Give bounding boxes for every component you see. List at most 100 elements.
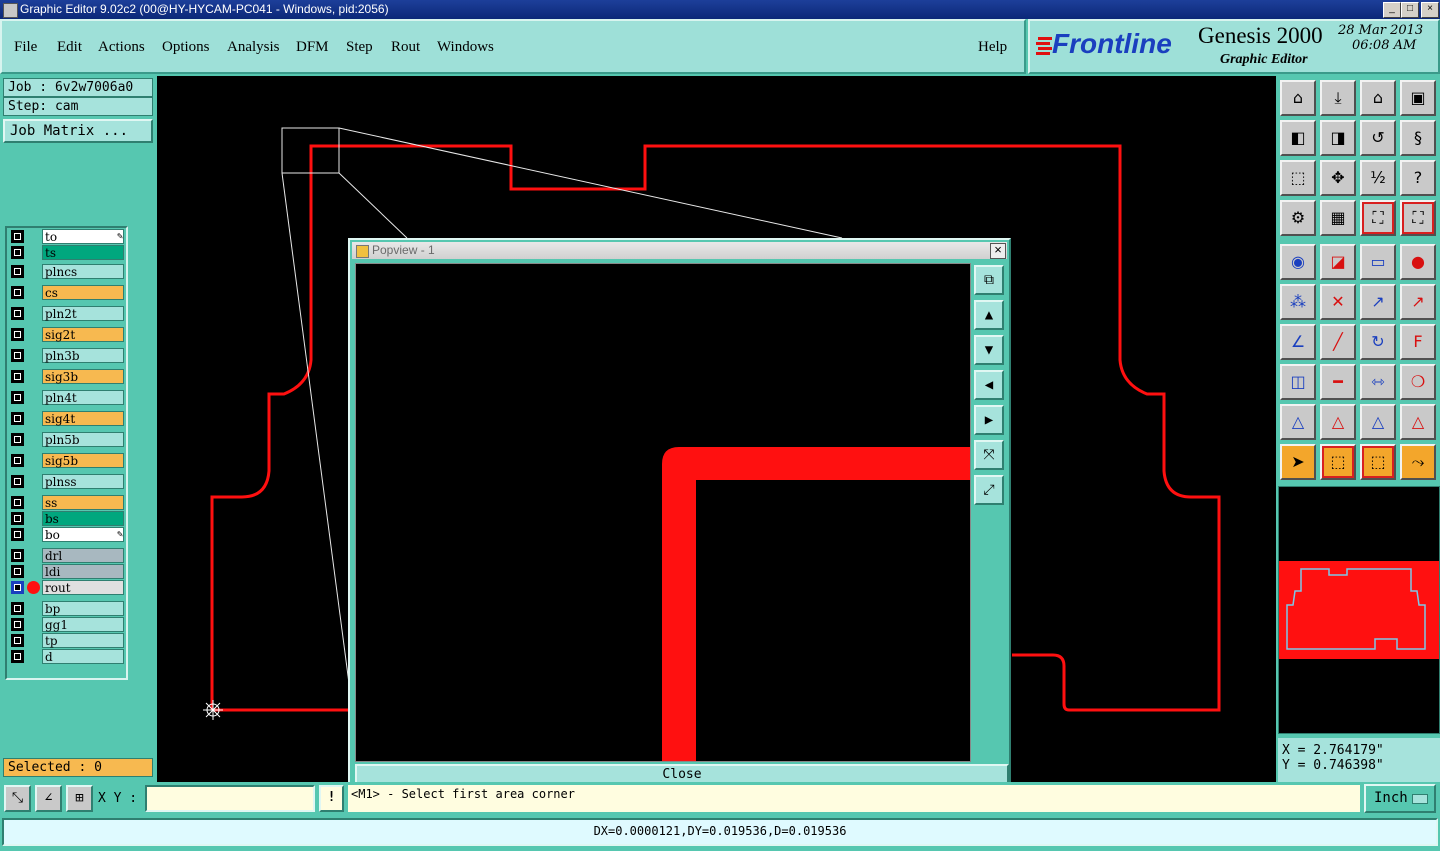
help-button[interactable]: ? <box>1400 160 1436 196</box>
add-pad-button[interactable]: ◉ <box>1280 244 1316 280</box>
pop-pan-left-icon[interactable]: ◀ <box>974 370 1004 400</box>
layer-checkbox[interactable] <box>11 433 24 446</box>
layer-row-bs[interactable]: bs <box>9 511 126 526</box>
job-matrix-button[interactable]: Job Matrix ... <box>3 119 153 143</box>
layer-checkbox[interactable] <box>11 307 24 320</box>
layer-row-cs[interactable]: cs <box>9 285 126 300</box>
layer-checkbox[interactable] <box>11 650 24 663</box>
maximize-button[interactable]: □ <box>1401 2 1419 18</box>
layer-row-bp[interactable]: bp <box>9 601 126 616</box>
layer-checkbox[interactable] <box>11 328 24 341</box>
overview-panel[interactable] <box>1278 486 1440 734</box>
settings-button[interactable]: ⚙ <box>1280 200 1316 236</box>
menu-file[interactable]: File <box>14 39 37 56</box>
menu-windows[interactable]: Windows <box>437 39 494 56</box>
layer-name[interactable]: to <box>42 229 124 244</box>
grid-button[interactable]: ▦ <box>1320 200 1356 236</box>
resize-button[interactable]: ⇿ <box>1360 364 1396 400</box>
cross-node-button[interactable]: ✕ <box>1320 284 1356 320</box>
layer-name[interactable]: bp <box>42 601 124 616</box>
layer-checkbox[interactable] <box>11 528 24 541</box>
menu-edit[interactable]: Edit <box>57 39 82 56</box>
scale-1-2-button[interactable]: ½ <box>1360 160 1396 196</box>
layer-checkbox[interactable] <box>11 512 24 525</box>
line-point-button[interactable]: ━ <box>1320 364 1356 400</box>
layer-row-rout[interactable]: rout <box>9 580 126 595</box>
layer-name[interactable]: sig3b <box>42 369 124 384</box>
units-selector[interactable]: Inch <box>1364 784 1436 813</box>
layer-row-drl[interactable]: drl <box>9 548 126 563</box>
layer-name[interactable]: pln4t <box>42 390 124 405</box>
triangle-b-button[interactable]: △ <box>1320 404 1356 440</box>
menu-options[interactable]: Options <box>162 39 210 56</box>
layer-checkbox[interactable] <box>11 286 24 299</box>
layer-checkbox[interactable] <box>11 265 24 278</box>
layer-checkbox[interactable] <box>11 581 24 594</box>
layer-row-plncs[interactable]: plncs <box>9 264 126 279</box>
triangle-c-button[interactable]: △ <box>1360 404 1396 440</box>
layer-name[interactable]: plncs <box>42 264 124 279</box>
layer-checkbox[interactable] <box>11 602 24 615</box>
layer-name[interactable]: ts <box>42 245 124 260</box>
zoom-home-button[interactable]: ⌂ <box>1280 80 1316 116</box>
minimize-button[interactable]: _ <box>1383 2 1401 18</box>
layer-row-ldi[interactable]: ldi <box>9 564 126 579</box>
layer-name[interactable]: ldi <box>42 564 124 579</box>
pop-pan-down-icon[interactable]: ▼ <box>974 335 1004 365</box>
layer-row-sig4t[interactable]: sig4t <box>9 411 126 426</box>
triangle-a-button[interactable]: △ <box>1280 404 1316 440</box>
layer-name[interactable]: pln2t <box>42 306 124 321</box>
layer-name[interactable]: pln3b <box>42 348 124 363</box>
pop-zoom-home-icon[interactable]: ⧉ <box>974 265 1004 295</box>
bang-button[interactable]: ! <box>319 785 344 812</box>
xy-input[interactable] <box>145 785 315 812</box>
snap-point-button[interactable]: ◫ <box>1280 364 1316 400</box>
text-button[interactable]: F <box>1400 324 1436 360</box>
layer-row-sig5b[interactable]: sig5b <box>9 453 126 468</box>
layer-checkbox[interactable] <box>11 565 24 578</box>
layer-row-d[interactable]: d <box>9 649 126 664</box>
layer-checkbox[interactable] <box>11 475 24 488</box>
layer-row-plnss[interactable]: plnss <box>9 474 126 489</box>
popview-close-x-button[interactable]: × <box>990 243 1006 259</box>
move-pad-button[interactable]: ↗ <box>1360 284 1396 320</box>
layer-row-pln2t[interactable]: pln2t <box>9 306 126 321</box>
layer-name[interactable]: sig4t <box>42 411 124 426</box>
layer-checkbox[interactable] <box>11 391 24 404</box>
undo-view-button[interactable]: ↺ <box>1360 120 1396 156</box>
layer-checkbox[interactable] <box>11 634 24 647</box>
layer-name[interactable]: bs <box>42 511 124 526</box>
net-button[interactable]: ⛶ <box>1360 200 1396 236</box>
select-path-button[interactable]: ⤳ <box>1400 444 1436 480</box>
window-button[interactable]: ▣ <box>1400 80 1436 116</box>
layer-name[interactable]: ss <box>42 495 124 510</box>
layer-row-ts[interactable]: ts <box>9 245 126 260</box>
layer-checkbox[interactable] <box>11 454 24 467</box>
redraw-button[interactable]: § <box>1400 120 1436 156</box>
layer-row-sig2t[interactable]: sig2t <box>9 327 126 342</box>
layer-name[interactable]: d <box>42 649 124 664</box>
layer-row-ss[interactable]: ss <box>9 495 126 510</box>
layer-checkbox[interactable] <box>11 349 24 362</box>
layer-name[interactable]: tp <box>42 633 124 648</box>
menu-analysis[interactable]: Analysis <box>227 39 280 56</box>
snap-icon[interactable]: ⤡ <box>4 785 31 812</box>
zoom-in-button[interactable]: ✥ <box>1320 160 1356 196</box>
menu-rout[interactable]: Rout <box>391 39 420 56</box>
draw-line-button[interactable]: ∠ <box>1280 324 1316 360</box>
triangle-d-button[interactable]: △ <box>1400 404 1436 440</box>
layer-row-gg1[interactable]: gg1 <box>9 617 126 632</box>
layer-name[interactable]: cs <box>42 285 124 300</box>
pop-zoom-in-icon[interactable]: ⤢ <box>974 475 1004 505</box>
layer-name[interactable]: sig2t <box>42 327 124 342</box>
menu-help[interactable]: Help <box>978 39 1007 56</box>
layer-checkbox[interactable] <box>11 230 24 243</box>
layer-name[interactable]: gg1 <box>42 617 124 632</box>
layer-checkbox[interactable] <box>11 246 24 259</box>
layer-name[interactable]: bo <box>42 527 124 542</box>
pop-pan-up-icon[interactable]: ▲ <box>974 300 1004 330</box>
select-area-button[interactable]: ⬚ <box>1360 444 1396 480</box>
layer-name[interactable]: plnss <box>42 474 124 489</box>
menu-dfm[interactable]: DFM <box>296 39 329 56</box>
select-box-button[interactable]: ⬚ <box>1320 444 1356 480</box>
